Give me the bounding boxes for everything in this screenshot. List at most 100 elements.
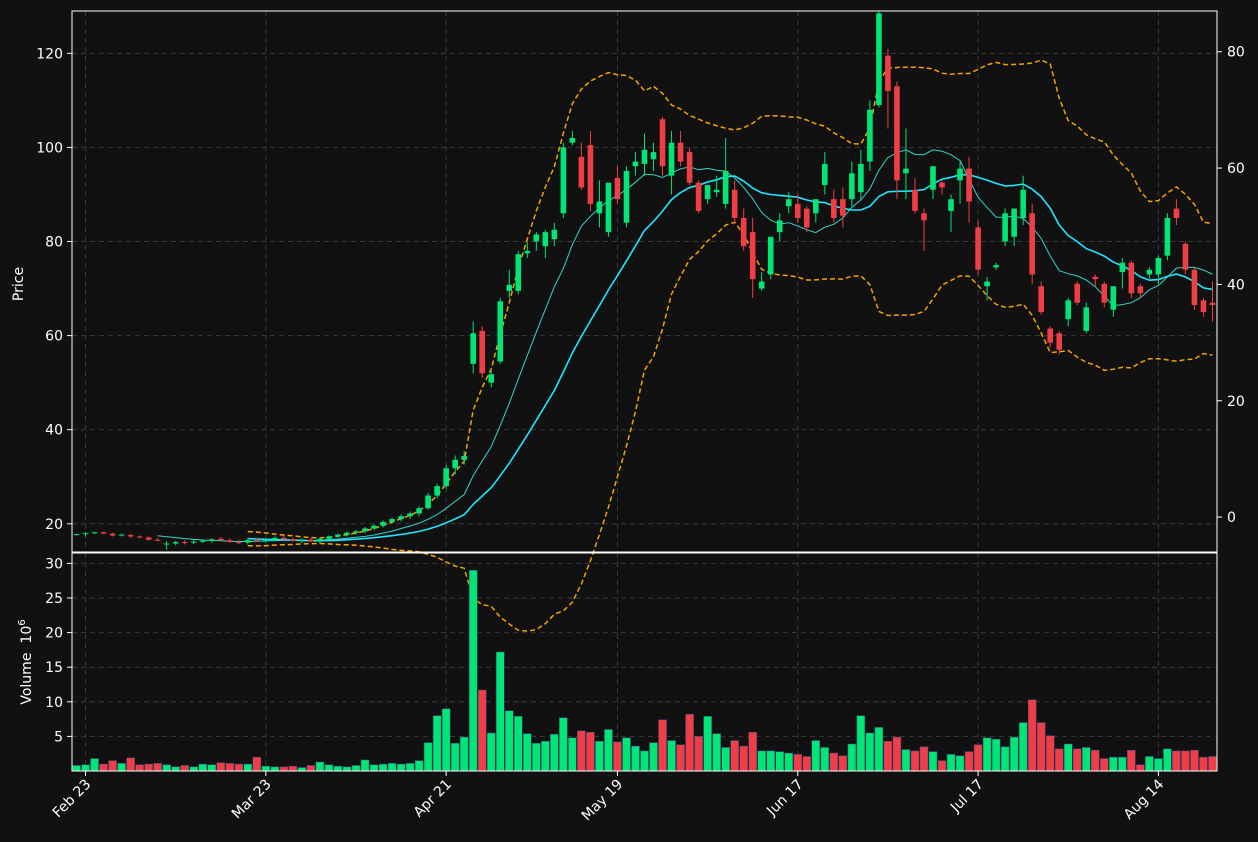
- volume-bar: [676, 744, 685, 772]
- candle-body: [921, 213, 927, 221]
- candle-body: [100, 532, 107, 534]
- volume-bar: [1091, 749, 1100, 772]
- candle-body: [813, 199, 819, 214]
- volume-bar: [1127, 749, 1136, 772]
- candle-body: [794, 203, 801, 218]
- candle-body: [578, 156, 585, 188]
- volume-bar: [649, 742, 658, 772]
- price-tick-label: 100: [36, 140, 63, 156]
- volume-bar: [829, 752, 839, 772]
- volume-bar: [568, 737, 577, 772]
- volume-bar: [423, 742, 433, 772]
- candle-body: [1065, 300, 1072, 320]
- volume-bar: [72, 765, 81, 772]
- chart-background: [0, 0, 1258, 842]
- volume-bar: [1208, 756, 1217, 772]
- volume-bar: [640, 750, 649, 772]
- volume-bar: [928, 751, 938, 772]
- secondary-tick-label: 60: [1227, 161, 1245, 177]
- volume-bar: [1109, 756, 1118, 772]
- candle-body: [1164, 217, 1171, 256]
- candle-body: [136, 536, 143, 538]
- candle-body: [470, 333, 476, 364]
- volume-bar: [919, 746, 929, 772]
- candle-body: [984, 281, 990, 287]
- volume-bar: [351, 765, 361, 772]
- candle-body: [948, 199, 954, 211]
- candle-body: [542, 232, 549, 247]
- volume-bar: [378, 763, 388, 772]
- volume-bar: [243, 763, 253, 772]
- candle-body: [443, 468, 449, 487]
- volume-bar: [432, 715, 442, 772]
- volume-bar: [883, 740, 893, 772]
- candle-body: [749, 232, 756, 280]
- candle-body: [731, 189, 738, 218]
- volume-bar: [1082, 747, 1091, 772]
- candle-body: [1029, 213, 1035, 275]
- candle-body: [452, 459, 458, 469]
- volume-bar: [315, 761, 325, 772]
- volume-bar: [1154, 758, 1163, 772]
- candle-body: [831, 199, 837, 218]
- candle-body: [118, 534, 125, 536]
- volume-bar: [514, 716, 523, 772]
- volume-bar: [586, 731, 595, 772]
- volume-bar: [820, 747, 830, 772]
- volume-bar: [1054, 748, 1064, 772]
- volume-bar: [964, 751, 974, 772]
- candle-body: [596, 201, 603, 214]
- volume-bar: [946, 754, 956, 772]
- price-tick-label: 20: [45, 517, 63, 533]
- volume-tick-label: 10: [45, 695, 63, 711]
- volume-bar: [865, 732, 875, 772]
- candle-body: [885, 55, 891, 91]
- volume-bar: [153, 763, 162, 772]
- volume-bar: [1063, 743, 1073, 772]
- volume-bar: [279, 766, 289, 772]
- candle-body: [533, 234, 540, 242]
- candle-body: [569, 138, 576, 143]
- volume-bar: [721, 747, 730, 772]
- volume-bar: [387, 763, 397, 772]
- volume-bar: [189, 766, 198, 772]
- candle-body: [272, 537, 278, 540]
- candle-body: [1056, 333, 1063, 350]
- candle-body: [245, 540, 251, 543]
- candle-body: [614, 178, 621, 200]
- candle-body: [308, 539, 314, 542]
- volume-bar: [901, 749, 911, 772]
- volume-bar: [1100, 758, 1109, 772]
- candle-body: [389, 519, 395, 522]
- volume-bar: [306, 765, 316, 772]
- candle-body: [362, 528, 368, 532]
- candle-body: [91, 532, 98, 534]
- candle-body: [605, 182, 612, 233]
- volume-bar: [495, 651, 505, 772]
- volume-bar: [856, 715, 866, 772]
- volume-bar: [180, 765, 189, 772]
- candle-body: [930, 166, 936, 190]
- secondary-tick-label: 20: [1227, 394, 1245, 410]
- volume-bar: [1036, 722, 1046, 772]
- candle-body: [641, 149, 648, 164]
- volume-bar: [297, 767, 307, 772]
- volume-bar: [802, 756, 812, 772]
- candle-body: [695, 182, 702, 211]
- candle-body: [506, 284, 513, 291]
- candle-body: [686, 152, 693, 183]
- volume-bar: [892, 736, 902, 772]
- candle-body: [1155, 257, 1162, 275]
- candle-body: [154, 539, 161, 541]
- volume-bar: [90, 758, 99, 772]
- candle-body: [858, 163, 864, 193]
- volume-bar: [505, 710, 514, 772]
- candle-body: [407, 513, 413, 517]
- volume-bar: [937, 760, 947, 772]
- candle-body: [479, 330, 486, 374]
- volume-bar: [162, 764, 171, 772]
- candle-body: [434, 486, 440, 496]
- secondary-tick-label: 0: [1227, 510, 1236, 526]
- candle-body: [632, 161, 639, 167]
- volume-bar: [1009, 736, 1019, 772]
